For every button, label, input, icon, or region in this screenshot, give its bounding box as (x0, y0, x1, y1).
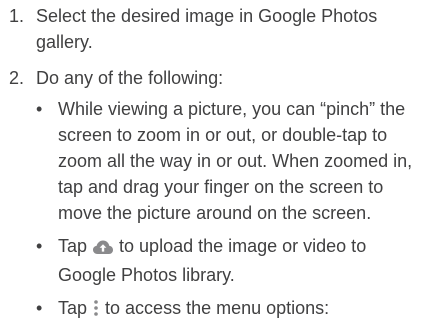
instructions-page: 1. Select the desired image in Google Ph… (0, 0, 437, 318)
more-vert-icon (92, 298, 100, 324)
step-number: 1. (9, 6, 25, 26)
list-item: • Tap to upload the image or video to Go… (36, 233, 431, 288)
cloud-upload-icon (92, 236, 114, 262)
bullet-marker: • (36, 236, 43, 256)
bullet-marker: • (36, 99, 43, 119)
list-item-text: While viewing a picture, you can “pinch”… (58, 99, 413, 223)
step-text: Do any of the following: (36, 68, 224, 88)
options-list: • While viewing a picture, you can “pinc… (36, 96, 431, 324)
list-item: • While viewing a picture, you can “pinc… (36, 96, 431, 226)
list-item-prefix: Tap (58, 298, 93, 318)
step-2: 2. Do any of the following: • While view… (0, 65, 437, 324)
list-item-suffix: to access the menu options: (100, 298, 330, 318)
step-1: 1. Select the desired image in Google Ph… (0, 3, 437, 55)
step-number: 2. (9, 68, 25, 88)
bullet-marker: • (36, 298, 43, 318)
step-text: Select the desired image in Google Photo… (36, 6, 378, 52)
list-item-prefix: Tap (58, 236, 93, 256)
